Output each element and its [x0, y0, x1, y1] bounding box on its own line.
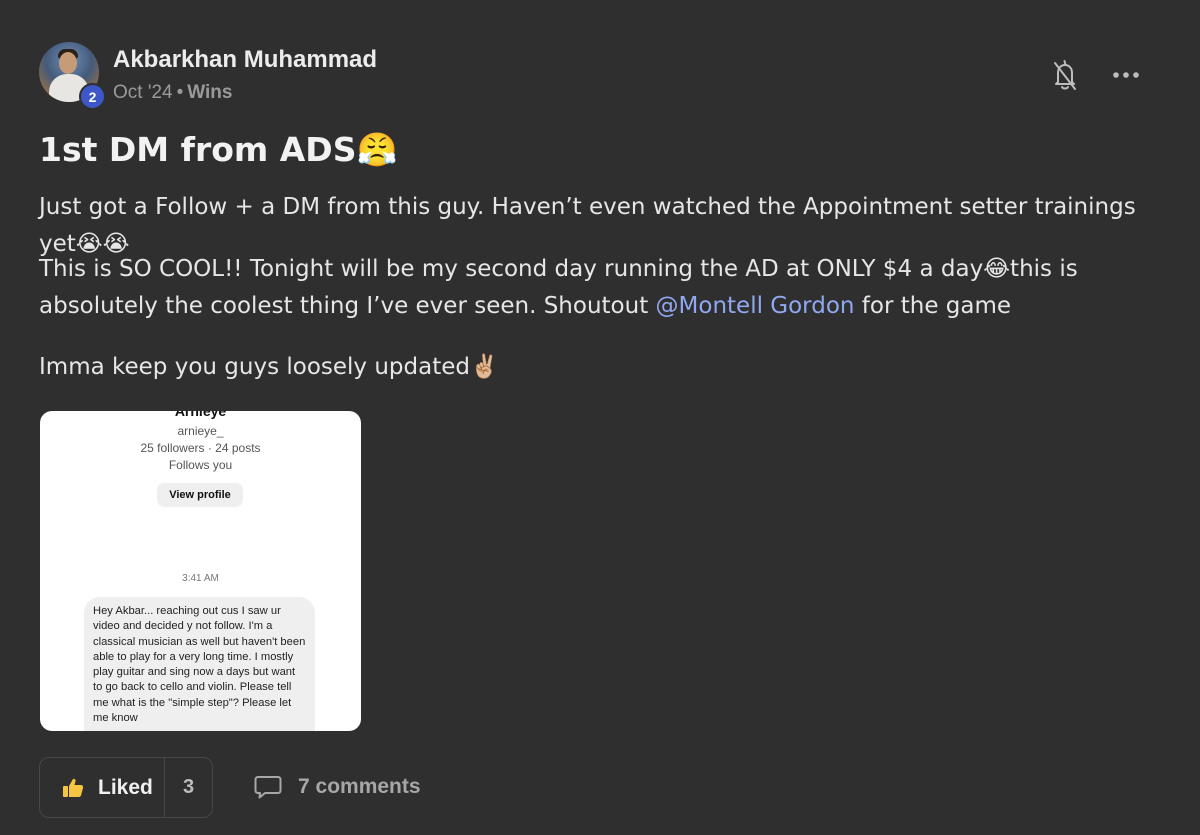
dm-profile-name: Arnieye [174, 411, 227, 419]
dm-view-profile-button: View profile [157, 483, 243, 507]
more-options-button[interactable] [1110, 62, 1142, 88]
bell-off-icon [1054, 60, 1076, 90]
dm-profile-stats: 25 followers · 24 posts [140, 441, 261, 455]
dm-timestamp: 3:41 AM [182, 573, 219, 584]
attached-screenshot[interactable]: Arnieye arnieye_ 25 followers · 24 posts… [40, 411, 361, 731]
meta-separator: • [176, 82, 184, 103]
post-paragraph-2: This is SO COOL!! Tonight will be my sec… [39, 251, 1169, 325]
post-card: 2 Akbarkhan Muhammad Oct '24 • Wins 1st DM… [0, 0, 1200, 835]
post-category[interactable]: Wins [187, 82, 232, 103]
like-control: Liked 3 [39, 757, 213, 818]
avatar[interactable]: 2 [39, 42, 106, 110]
post-date[interactable]: Oct '24 [113, 82, 173, 103]
notification-toggle-button[interactable] [1049, 58, 1081, 92]
paragraph-2-text-end: for the game [854, 293, 1012, 319]
dm-follows-you: Follows you [168, 458, 233, 472]
level-badge: 2 [79, 83, 106, 110]
more-horizontal-icon [1113, 72, 1139, 78]
mention-link[interactable]: @Montell Gordon [656, 293, 855, 319]
author-name[interactable]: Akbarkhan Muhammad [113, 46, 377, 74]
liked-label: Liked [98, 775, 153, 799]
like-button[interactable]: Liked [40, 758, 164, 817]
post-meta: Oct '24 • Wins [113, 82, 232, 104]
comments-count-label: 7 comments [298, 775, 421, 798]
thumbs-up-icon [63, 778, 84, 797]
dm-message-bubble: Hey Akbar... reaching out cus I saw ur v… [84, 597, 315, 731]
post-paragraph-3: Imma keep you guys loosely updated✌🏼 [39, 354, 499, 380]
comments-button[interactable]: 7 comments [254, 772, 421, 802]
comment-icon [254, 776, 282, 799]
like-count[interactable]: 3 [165, 776, 212, 799]
post-title: 1st DM from ADS😤 [39, 130, 398, 169]
dm-profile-handle: arnieye_ [177, 424, 224, 438]
